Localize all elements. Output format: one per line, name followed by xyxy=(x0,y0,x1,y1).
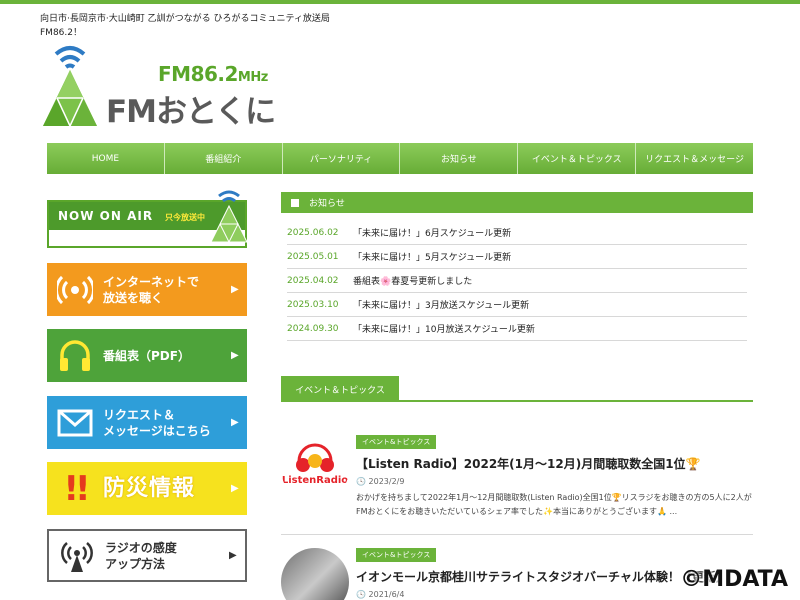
program-pdf-label: 番組表（PDF） xyxy=(103,348,190,363)
clock-icon: 🕓 xyxy=(356,477,369,486)
news-heading: お知らせ xyxy=(309,199,345,209)
events-section-header: イベント＆トピックス xyxy=(281,376,753,402)
chevron-right-icon: ▶ xyxy=(231,284,239,295)
event-date: 🕓 2023/2/9 xyxy=(356,477,405,486)
satellite-studio-thumbnail[interactable] xyxy=(281,548,349,600)
event-title[interactable]: 【Listen Radio】2022年(1月～12月)月間聴取数全国1位🏆 xyxy=(356,455,753,472)
disaster-info-label: 防災情報 xyxy=(103,475,196,501)
category-badge[interactable]: イベント&トピックス xyxy=(356,435,437,449)
logo-station-name: FMおとくに xyxy=(106,94,276,130)
reception-tips-banner[interactable]: ラジオの感度 アップ方法 ▶ xyxy=(47,529,247,582)
nav-personality[interactable]: パーソナリティ xyxy=(281,143,400,174)
headphones-icon xyxy=(47,329,103,382)
now-on-air-box[interactable]: NOW ON AIR 只今放送中 xyxy=(47,190,248,248)
event-card[interactable]: ListenRadio イベント&トピックス 【Listen Radio】202… xyxy=(281,435,753,535)
nav-programs[interactable]: 番組紹介 xyxy=(163,143,282,174)
top-accent-bar xyxy=(0,0,800,4)
list-item[interactable]: 2025.03.10 「未来に届け！」3月放送スケジュール更新 xyxy=(287,293,747,317)
mail-icon xyxy=(47,396,103,449)
list-item[interactable]: 2024.09.30 「未来に届け！」10月放送スケジュール更新 xyxy=(287,317,747,341)
news-date: 2024.09.30 xyxy=(287,323,339,334)
now-on-air-label: NOW ON AIR xyxy=(58,209,154,223)
list-item[interactable]: 2025.06.02 「未来に届け！」6月スケジュール更新 xyxy=(287,221,747,245)
events-heading: イベント＆トピックス xyxy=(281,376,399,402)
site-logo[interactable]: FM86.2MHz FMおとくに xyxy=(40,40,300,132)
request-message-banner[interactable]: リクエスト＆ メッセージはこちら ▶ xyxy=(47,396,247,449)
chevron-right-icon: ▶ xyxy=(229,550,237,561)
news-title[interactable]: 「未来に届け！」6月スケジュール更新 xyxy=(353,226,511,239)
event-date: 🕓 2021/6/4 xyxy=(356,590,405,599)
listen-radio-thumbnail[interactable]: ListenRadio xyxy=(281,435,349,503)
news-section-header: お知らせ xyxy=(281,192,753,213)
watermark: ©MDATA xyxy=(680,567,788,592)
now-on-air-status: 只今放送中 xyxy=(165,213,205,222)
category-badge[interactable]: イベント&トピックス xyxy=(356,548,437,562)
listen-internet-label: インターネットで 放送を聴く xyxy=(103,274,200,305)
chevron-right-icon: ▶ xyxy=(231,417,239,428)
program-pdf-banner[interactable]: 番組表（PDF） ▶ xyxy=(47,329,247,382)
nav-news[interactable]: お知らせ xyxy=(399,143,517,174)
news-title[interactable]: 「未来に届け！」5月スケジュール更新 xyxy=(353,250,511,263)
broadcast-icon xyxy=(47,263,103,316)
news-date: 2025.05.01 xyxy=(287,251,339,262)
list-item[interactable]: 2025.04.02 番組表🌸春夏号更新しました xyxy=(287,269,747,293)
listen-internet-banner[interactable]: インターネットで 放送を聴く ▶ xyxy=(47,263,247,316)
news-title[interactable]: 「未来に届け！」3月放送スケジュール更新 xyxy=(353,298,529,311)
nav-events[interactable]: イベント＆トピックス xyxy=(517,143,635,174)
news-date: 2025.03.10 xyxy=(287,299,339,310)
logo-frequency: FM86.2MHz xyxy=(158,62,268,86)
news-title[interactable]: 「未来に届け！」10月放送スケジュール更新 xyxy=(353,322,535,335)
exclamation-icon: !! xyxy=(63,468,90,509)
onair-mountain-icon xyxy=(210,190,248,244)
chevron-right-icon: ▶ xyxy=(231,483,239,494)
news-date: 2025.04.02 xyxy=(287,275,339,286)
reception-tips-label: ラジオの感度 アップ方法 xyxy=(105,540,177,571)
list-item[interactable]: 2025.05.01 「未来に届け！」5月スケジュール更新 xyxy=(287,245,747,269)
nav-request[interactable]: リクエスト＆メッセージ xyxy=(635,143,753,174)
listen-radio-logo-icon: ListenRadio xyxy=(282,443,348,486)
news-date: 2025.06.02 xyxy=(287,227,339,238)
request-message-label: リクエスト＆ メッセージはこちら xyxy=(103,407,211,438)
page: 向日市·長岡京市·大山崎町 乙訓がつながる ひろがるコミュニティ放送局 FM86… xyxy=(0,0,800,600)
news-title[interactable]: 番組表🌸春夏号更新しました xyxy=(353,274,472,287)
news-list: 2025.06.02 「未来に届け！」6月スケジュール更新 2025.05.01 「… xyxy=(287,221,747,341)
nav-home[interactable]: HOME xyxy=(47,143,164,174)
event-description: おかげを持ちまして2022年1月～12月間聴取数(Listen Radio)全国… xyxy=(356,493,752,516)
clock-icon: 🕓 xyxy=(356,590,369,599)
chevron-right-icon: ▶ xyxy=(231,350,239,361)
disaster-info-banner[interactable]: !! 防災情報 ▶ xyxy=(47,462,247,515)
site-tagline: 向日市·長岡京市·大山崎町 乙訓がつながる ひろがるコミュニティ放送局 FM86… xyxy=(40,14,339,38)
svg-text:ListenRadio: ListenRadio xyxy=(282,475,348,486)
main-nav: HOME 番組紹介 パーソナリティ お知らせ イベント＆トピックス リクエスト＆… xyxy=(47,143,753,174)
news-square-icon xyxy=(291,198,299,207)
antenna-icon xyxy=(49,529,105,582)
